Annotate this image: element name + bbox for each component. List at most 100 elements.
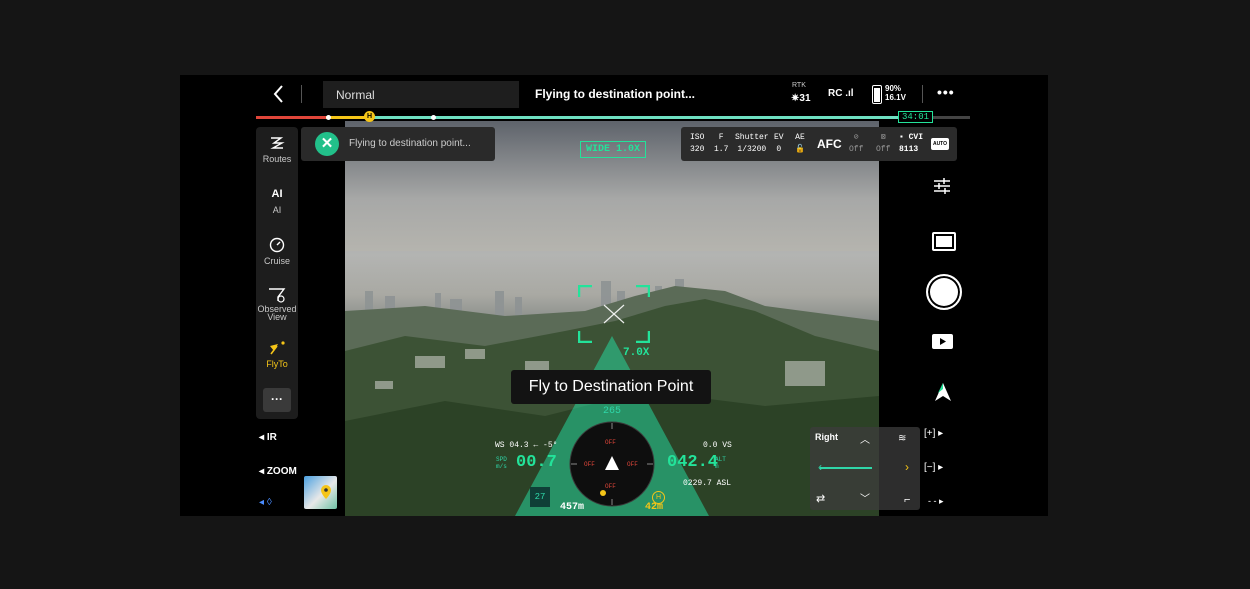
zoom-indicator: 7.0X — [623, 347, 650, 359]
signal-bars-icon: .ıl — [845, 88, 854, 99]
back-button[interactable] — [270, 83, 288, 105]
speed-label: SPD m/s — [496, 456, 507, 470]
vertical-speed: 0.0 VS — [703, 441, 732, 450]
more-menu-button[interactable]: ••• — [937, 84, 955, 100]
sidebar-item-flyto[interactable]: FlyTo — [256, 340, 298, 369]
zoom-toggle[interactable]: ◂ ZOOM — [259, 466, 297, 477]
flyto-icon — [270, 341, 285, 355]
mode-label: Normal — [336, 88, 375, 102]
battery-info: 90% 16.1V — [885, 84, 906, 102]
ir-toggle[interactable]: ◂ IR — [259, 432, 277, 443]
iso-param: ISO 320 — [690, 133, 705, 154]
chevron-up-icon[interactable]: ︿ — [860, 431, 870, 446]
double-chevron-down-icon[interactable]: ≋ — [898, 433, 906, 444]
shutter-button[interactable] — [926, 274, 962, 310]
routes-icon — [270, 137, 285, 149]
camera-parameters[interactable]: ISO 320 F 1.7 Shutter 1/3200 EV 0 AE 🔓 AFC ⊘ O… — [681, 127, 957, 161]
shutter-param: Shutter 1/3200 — [735, 133, 769, 154]
camera-live-view[interactable]: WIDE 1.0X 7.0X Fly to Destination Point … — [345, 121, 879, 516]
rc-signal: RC .ıl — [828, 88, 854, 99]
settings-button[interactable] — [933, 178, 951, 199]
satellite-count: ✷31 — [791, 93, 811, 104]
grid-icon: ⊠ — [880, 133, 886, 142]
more-zoom-button[interactable]: - - ▸ — [928, 496, 944, 507]
sidebar-item-ai[interactable]: AI AI — [256, 186, 298, 215]
notification-text: Flying to destination point... — [349, 138, 471, 149]
sidebar-more-button[interactable]: ··· — [263, 388, 291, 412]
cancel-flyto-button[interactable]: ✕ — [315, 132, 339, 156]
off-label-right: OFF — [627, 461, 638, 468]
wind-speed: WS 04.3 ← -5° — [495, 441, 558, 450]
aperture-param: F 1.7 — [714, 133, 729, 154]
playback-button[interactable] — [932, 334, 953, 349]
progress-dot — [326, 115, 331, 120]
distance-value: 457m — [560, 502, 585, 513]
flight-progress-used — [256, 116, 326, 119]
sliders-icon — [934, 178, 950, 194]
sidebar-item-observed-view[interactable]: Observed View — [256, 287, 298, 322]
left-sidebar: Routes AI AI Cruise Observed View FlyTo … — [256, 127, 298, 419]
swap-icon[interactable]: ⇄ — [816, 492, 825, 505]
gimbal-toggle[interactable]: ◂ ◊ — [259, 497, 272, 508]
close-icon: ✕ — [320, 135, 334, 152]
ev-param: EV 0 — [774, 133, 784, 154]
home-marker: H — [364, 111, 375, 122]
lens-badge[interactable]: WIDE 1.0X — [580, 141, 647, 158]
sidebar-item-routes[interactable]: Routes — [256, 135, 298, 164]
off-label-bottom: OFF — [605, 483, 616, 490]
flight-progress-home — [326, 116, 366, 119]
observed-view-icon — [269, 288, 286, 303]
battery-icon — [872, 85, 882, 104]
asl-value: 0229.7 ASL — [683, 479, 732, 488]
zoom-in-button[interactable]: [+] ▸ — [924, 428, 943, 439]
progress-dot — [431, 115, 436, 120]
cruise-icon — [269, 237, 285, 253]
altitude-value: 042.4 — [667, 453, 719, 472]
aspect-ratio-button[interactable] — [932, 232, 956, 251]
mini-map[interactable] — [304, 476, 337, 509]
panel-label: Right — [815, 432, 838, 442]
heading-value: 265 — [603, 406, 622, 417]
navigation-arrow-icon — [935, 383, 951, 401]
chevron-down-icon[interactable]: ﹀ — [860, 490, 870, 505]
chevron-left-icon — [273, 85, 283, 103]
auto-camera-icon: AUTO — [931, 138, 949, 150]
app-screen: WIDE 1.0X 7.0X Fly to Destination Point … — [180, 75, 1048, 516]
divider — [922, 85, 923, 103]
corner-icon: ⌐ — [904, 494, 911, 506]
map-pin-icon — [321, 485, 331, 499]
ai-icon: AI — [271, 188, 283, 200]
navigation-mode-button[interactable] — [934, 382, 952, 407]
flight-progress-remaining — [366, 116, 900, 119]
top-bar: Normal Flying to destination point... RT… — [180, 75, 1048, 113]
off-label-top: OFF — [605, 439, 616, 446]
satellite-badge: 27 — [530, 487, 550, 507]
compass-dial — [569, 421, 655, 507]
divider — [301, 85, 302, 103]
home-distance: 42m — [645, 502, 664, 513]
ae-param: AE 🔓 — [795, 133, 805, 154]
flyto-tooltip: Fly to Destination Point — [511, 370, 711, 404]
speed-value: 00.7 — [516, 453, 557, 472]
mute-icon: ⊘ — [853, 133, 859, 142]
play-icon — [940, 338, 946, 345]
zoom-out-button[interactable]: [−] ▸ — [924, 462, 943, 473]
flyto-notification: ✕ Flying to destination point... — [301, 127, 495, 161]
chevron-right-icon: › — [905, 460, 909, 474]
extra-param: ⊠ Off — [876, 133, 891, 154]
target-reticle — [578, 285, 650, 343]
off-label-left: OFF — [584, 461, 595, 468]
altitude-label: ALT m — [715, 456, 726, 470]
focus-mode: AFC — [817, 137, 842, 151]
storage-param: ▪ CVI 8113 — [899, 133, 924, 154]
sidebar-item-cruise[interactable]: Cruise — [256, 237, 298, 266]
flight-status: Flying to destination point... — [535, 87, 695, 101]
mode-selector[interactable]: Normal — [323, 81, 519, 108]
flight-time: 34:01 — [898, 111, 934, 123]
frame-icon — [936, 236, 952, 247]
chevron-left-icon: ‹ — [818, 460, 822, 474]
gimbal-slider[interactable] — [820, 467, 872, 469]
rtk-label: RTK — [792, 82, 806, 89]
lock-icon: 🔓 — [795, 145, 805, 154]
wb-param: ⊘ Off — [849, 133, 864, 154]
